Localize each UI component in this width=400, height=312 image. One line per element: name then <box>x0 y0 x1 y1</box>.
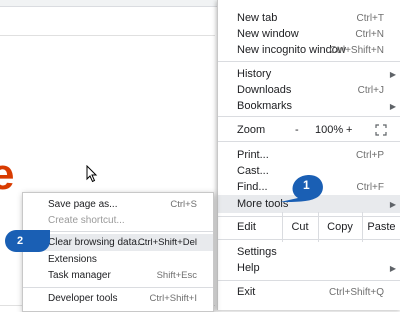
mouse-cursor-icon <box>86 165 98 183</box>
menu-item-shortcut: Ctrl+N <box>355 28 384 40</box>
menu-item-label: Developer tools <box>48 293 118 304</box>
menu-item-label: Task manager <box>48 270 111 281</box>
submenu-item-task-manager[interactable]: Task manager Shift+Esc <box>23 267 213 284</box>
submenu-arrow-icon: ▶ <box>389 69 396 79</box>
menu-item-shortcut: Shift+Esc <box>156 270 197 281</box>
menu-item-label: Clear browsing data... <box>48 237 146 248</box>
menu-item-label: Zoom <box>237 124 266 136</box>
zoom-in-button[interactable]: + <box>346 124 352 136</box>
menu-separator <box>218 61 400 62</box>
copy-button[interactable]: Copy <box>318 218 362 236</box>
menu-item-shortcut: Ctrl+Shift+Del <box>137 237 197 248</box>
submenu-item-create-shortcut: Create shortcut... <box>23 212 213 229</box>
menu-item-edit: Edit Cut Copy Paste <box>218 212 400 242</box>
submenu-arrow-icon: ▶ <box>389 101 396 111</box>
chrome-main-menu: New tab Ctrl+T New window Ctrl+N New inc… <box>217 0 400 310</box>
menu-separator <box>218 280 400 281</box>
menu-separator <box>218 141 400 142</box>
menu-item-shortcut: Ctrl+F <box>356 181 385 193</box>
paste-button[interactable]: Paste <box>362 218 400 236</box>
menu-item-shortcut: Ctrl+Shift+Q <box>328 286 384 298</box>
menu-separator <box>23 287 213 288</box>
menu-item-bookmarks[interactable]: Bookmarks ▶ <box>218 97 400 115</box>
menu-item-label: Help <box>237 262 260 274</box>
menu-item-label: New window <box>237 28 299 40</box>
menu-item-label: Settings <box>237 246 277 258</box>
step-callout-1-label: 1 <box>303 178 310 192</box>
more-tools-submenu: Save page as... Ctrl+S Create shortcut..… <box>22 192 214 312</box>
menu-item-label: Edit <box>237 221 256 233</box>
menu-item-label: Find... <box>237 181 268 193</box>
menu-separator <box>218 116 400 117</box>
menu-item-label: Cast... <box>237 165 269 177</box>
menu-item-shortcut: Ctrl+Shift+I <box>149 293 197 304</box>
menu-separator <box>23 231 213 232</box>
menu-item-help[interactable]: Help ▶ <box>218 259 400 277</box>
menu-item-label: History <box>237 68 272 80</box>
menu-item-zoom: Zoom - 100% + <box>218 121 400 139</box>
submenu-arrow-icon: ▶ <box>389 199 396 209</box>
fullscreen-icon[interactable] <box>375 124 387 136</box>
divider <box>0 35 215 36</box>
menu-item-shortcut: Ctrl+T <box>356 12 385 24</box>
menu-item-new-incognito[interactable]: New incognito window Ctrl+Shift+N <box>218 41 400 59</box>
submenu-item-developer-tools[interactable]: Developer tools Ctrl+Shift+I <box>23 290 213 307</box>
zoom-level: 100% <box>315 124 344 136</box>
zoom-out-button[interactable]: - <box>295 124 299 136</box>
menu-separator <box>218 216 400 217</box>
menu-item-shortcut: Ctrl+S <box>170 199 197 210</box>
menu-item-label: Downloads <box>237 84 292 96</box>
logo-letter: e <box>0 150 15 199</box>
menu-item-label: Extensions <box>48 254 97 265</box>
submenu-item-save-page[interactable]: Save page as... Ctrl+S <box>23 196 213 213</box>
menu-item-shortcut: Ctrl+P <box>355 149 384 161</box>
menu-item-label: Create shortcut... <box>48 215 125 226</box>
submenu-item-clear-browsing-data[interactable]: Clear browsing data... Ctrl+Shift+Del <box>23 234 213 251</box>
cut-button[interactable]: Cut <box>282 218 318 236</box>
menu-item-label: New tab <box>237 12 278 24</box>
menu-item-label: Exit <box>237 286 256 298</box>
submenu-item-extensions[interactable]: Extensions <box>23 251 213 268</box>
menu-item-shortcut: Ctrl+J <box>357 84 384 96</box>
menu-item-exit[interactable]: Exit Ctrl+Shift+Q <box>218 283 400 301</box>
step-callout-2: 2 <box>5 230 50 252</box>
menu-item-label: Bookmarks <box>237 100 293 112</box>
submenu-arrow-icon: ▶ <box>389 263 396 273</box>
menu-separator <box>218 239 400 240</box>
menu-item-label: Save page as... <box>48 199 118 210</box>
menu-item-shortcut: Ctrl+Shift+N <box>329 44 384 56</box>
menu-item-label: Print... <box>237 149 269 161</box>
